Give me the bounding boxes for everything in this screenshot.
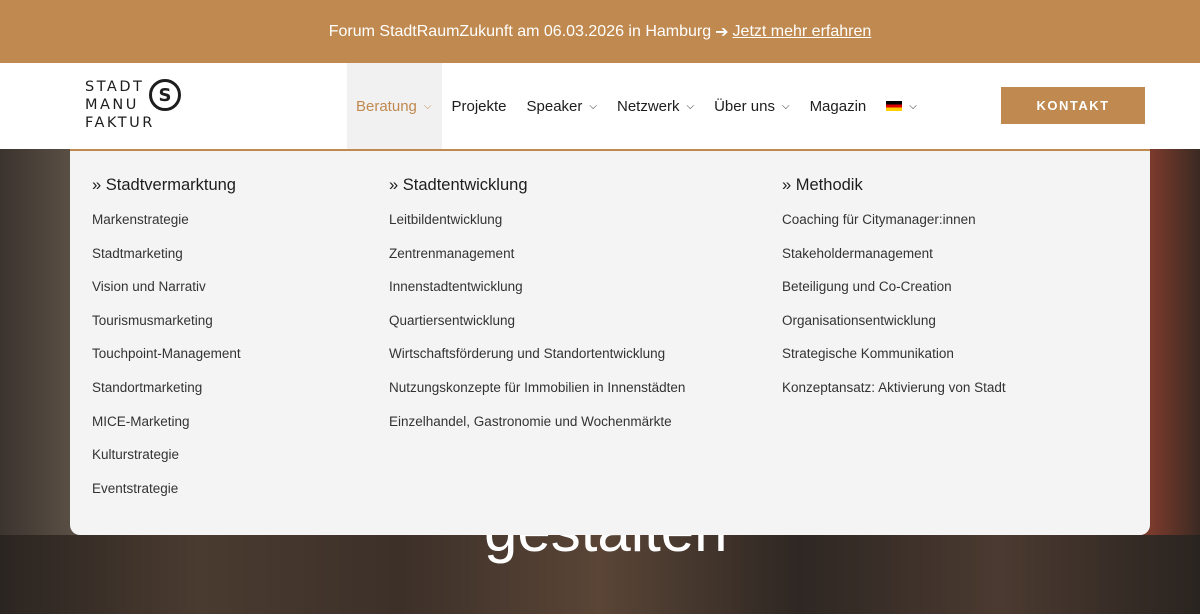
menu-item[interactable]: Zentrenmanagement (389, 246, 685, 280)
nav-item-projekte[interactable]: Projekte (442, 63, 517, 149)
menu-column-heading[interactable]: » Methodik (782, 176, 1006, 195)
menu-item[interactable]: Coaching für Citymanager:innen (782, 212, 1006, 246)
logo-s-icon: S (149, 79, 181, 111)
nav-item-speaker[interactable]: Speaker ⌵ (518, 63, 608, 149)
menu-item[interactable]: Kulturstrategie (92, 447, 241, 481)
menu-item[interactable]: Leitbildentwicklung (389, 212, 685, 246)
site-header: STADT MANU FAKTUR S Beratung ⌵ Projekte S… (0, 63, 1200, 149)
language-switcher[interactable]: ⌵ (877, 63, 928, 149)
menu-item[interactable]: Einzelhandel, Gastronomie und Wochenmärk… (389, 414, 685, 448)
main-nav: Beratung ⌵ Projekte Speaker ⌵ Netzwerk ⌵ Üb… (347, 63, 928, 149)
menu-column-stadtvermarktung: » Stadtvermarktung Markenstrategie Stadt… (92, 176, 241, 514)
logo-wordmark: STADT MANU FAKTUR (85, 79, 155, 131)
menu-item[interactable]: Organisationsentwicklung (782, 313, 1006, 347)
menu-item[interactable]: Innenstadtentwicklung (389, 279, 685, 313)
menu-item[interactable]: Beteiligung und Co-Creation (782, 279, 1006, 313)
chevron-down-icon: ⌵ (909, 100, 917, 112)
chevron-down-icon: ⌵ (423, 100, 432, 112)
nav-item-magazin[interactable]: Magazin (801, 63, 878, 149)
nav-item-netzwerk[interactable]: Netzwerk ⌵ (608, 63, 705, 149)
menu-item[interactable]: Strategische Kommunikation (782, 346, 1006, 380)
menu-item[interactable]: Konzeptansatz: Aktivierung von Stadt (782, 380, 1006, 414)
announcement-banner: Forum StadtRaumZukunft am 06.03.2026 in … (0, 0, 1200, 63)
menu-item[interactable]: Nutzungskonzepte für Immobilien in Innen… (389, 380, 685, 414)
menu-column-heading[interactable]: » Stadtvermarktung (92, 176, 241, 195)
banner-link[interactable]: Jetzt mehr erfahren (733, 23, 872, 41)
chevron-down-icon: ⌵ (686, 100, 695, 112)
nav-item-ueber-uns[interactable]: Über uns ⌵ (705, 63, 800, 149)
menu-item[interactable]: Touchpoint-Management (92, 346, 241, 380)
nav-item-beratung[interactable]: Beratung ⌵ (347, 63, 443, 149)
menu-column-methodik: » Methodik Coaching für Citymanager:inne… (782, 176, 1006, 414)
kontakt-button[interactable]: KONTAKT (1001, 87, 1145, 124)
menu-item[interactable]: Tourismusmarketing (92, 313, 241, 347)
menu-item[interactable]: Standortmarketing (92, 380, 241, 414)
menu-item[interactable]: Stadtmarketing (92, 246, 241, 280)
menu-item[interactable]: MICE-Marketing (92, 414, 241, 448)
menu-column-stadtentwicklung: » Stadtentwicklung Leitbildentwicklung Z… (389, 176, 685, 447)
chevron-down-icon: ⌵ (781, 100, 790, 112)
arrow-icon: ➔ (715, 23, 729, 41)
logo[interactable]: STADT MANU FAKTUR S (85, 78, 195, 134)
menu-item[interactable]: Eventstrategie (92, 481, 241, 515)
menu-column-heading[interactable]: » Stadtentwicklung (389, 176, 685, 195)
menu-item[interactable]: Vision und Narrativ (92, 279, 241, 313)
banner-text: Forum StadtRaumZukunft am 06.03.2026 in … (328, 22, 712, 40)
menu-item[interactable]: Quartiersentwicklung (389, 313, 685, 347)
mega-menu-beratung: » Stadtvermarktung Markenstrategie Stadt… (70, 149, 1150, 535)
menu-item[interactable]: Stakeholdermanagement (782, 246, 1006, 280)
menu-item[interactable]: Markenstrategie (92, 212, 241, 246)
menu-item[interactable]: Wirtschaftsförderung und Standortentwick… (389, 346, 685, 380)
german-flag-icon (886, 101, 903, 111)
chevron-down-icon: ⌵ (589, 100, 597, 112)
